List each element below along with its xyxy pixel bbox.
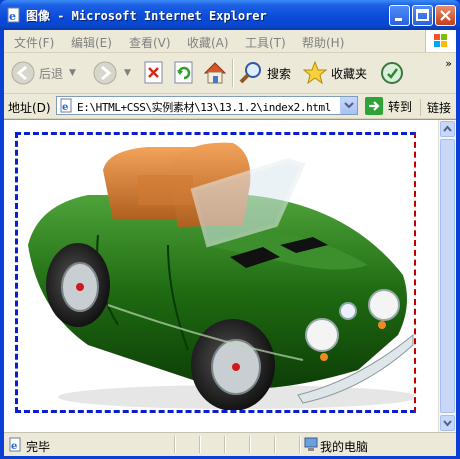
address-dropdown-button[interactable] — [340, 97, 357, 114]
bordered-image-frame — [15, 132, 416, 413]
forward-arrow-icon — [93, 61, 117, 85]
go-label: 转到 — [388, 99, 413, 114]
stop-icon — [144, 61, 163, 84]
media-icon — [381, 62, 403, 84]
favorites-label: 收藏夹 — [331, 66, 368, 81]
address-label: 地址(D) — [8, 101, 51, 115]
windows-flag-icon — [434, 34, 447, 47]
browser-window: e 图像 - Microsoft Internet Explorer 文件(F)… — [0, 0, 460, 459]
svg-text:e: e — [11, 441, 17, 452]
status-divider — [174, 436, 176, 453]
home-button[interactable] — [202, 57, 228, 89]
status-divider — [224, 436, 226, 453]
refresh-icon — [174, 61, 193, 84]
minimize-button[interactable] — [389, 5, 410, 26]
status-bar: e 完毕 我的电脑 — [4, 432, 456, 456]
search-magnifier-icon — [239, 62, 261, 84]
menu-tools[interactable]: 工具(T) — [245, 34, 286, 51]
maximize-button[interactable] — [412, 5, 433, 26]
page-done-icon: e — [9, 437, 21, 452]
title-bar[interactable]: e 图像 - Microsoft Internet Explorer — [0, 0, 460, 30]
scroll-up-button[interactable] — [440, 121, 455, 137]
menu-edit[interactable]: 编辑(E) — [71, 34, 112, 51]
minimize-icon — [395, 18, 402, 21]
windows-logo — [425, 30, 456, 52]
menu-favorites[interactable]: 收藏(A) — [187, 34, 229, 51]
page-content — [4, 119, 456, 432]
address-url: E:\HTML+CSS\实例素材\13\13.1.2\index2.html — [77, 101, 331, 114]
svg-text:e: e — [9, 10, 16, 23]
window-title: 图像 - Microsoft Internet Explorer — [26, 9, 267, 23]
back-dropdown-icon[interactable]: ▼ — [69, 68, 76, 78]
ie-page-icon: e — [7, 7, 20, 23]
scroll-thumb[interactable] — [440, 139, 455, 413]
favorites-star-icon — [302, 60, 328, 85]
page-icon: e — [60, 98, 72, 113]
home-icon — [203, 62, 227, 84]
my-computer-icon — [304, 437, 318, 451]
svg-text:e: e — [62, 102, 68, 113]
menu-bar: 文件(F) 编辑(E) 查看(V) 收藏(A) 工具(T) 帮助(H) — [4, 30, 456, 53]
close-button[interactable] — [435, 5, 456, 26]
chevron-up-icon — [443, 125, 452, 132]
media-button[interactable] — [379, 57, 405, 89]
menu-help[interactable]: 帮助(H) — [302, 34, 344, 51]
close-icon — [440, 10, 451, 21]
security-zone: 我的电脑 — [320, 440, 369, 454]
status-text: 完毕 — [26, 440, 51, 454]
search-label: 搜索 — [267, 66, 292, 81]
chevron-down-icon — [443, 420, 452, 427]
scroll-down-button[interactable] — [440, 415, 455, 431]
chevron-down-icon — [344, 102, 354, 109]
back-arrow-icon — [11, 61, 35, 85]
back-button[interactable]: 后退 ▼ — [10, 57, 76, 89]
favorites-button[interactable]: 收藏夹 — [302, 57, 367, 89]
status-divider — [299, 436, 301, 453]
status-divider — [199, 436, 201, 453]
toolbar-overflow-icon[interactable]: » — [445, 57, 452, 70]
forward-dropdown-icon[interactable]: ▼ — [124, 68, 131, 78]
status-divider — [274, 436, 276, 453]
menu-file[interactable]: 文件(F) — [14, 34, 54, 51]
status-divider — [249, 436, 251, 453]
green-convertible-car-image — [28, 142, 414, 410]
search-button[interactable]: 搜索 — [238, 57, 291, 89]
go-button[interactable]: 转到 — [365, 97, 412, 115]
menu-view[interactable]: 查看(V) — [129, 34, 171, 51]
maximize-icon — [416, 9, 429, 21]
links-button[interactable]: 链接 — [420, 99, 451, 116]
refresh-button[interactable] — [173, 57, 195, 89]
forward-button[interactable]: ▼ — [92, 57, 131, 89]
address-input[interactable]: e E:\HTML+CSS\实例素材\13\13.1.2\index2.html — [56, 96, 358, 115]
toolbar-separator — [232, 59, 234, 87]
vertical-scrollbar[interactable] — [438, 120, 456, 432]
browser-frame: 文件(F) 编辑(E) 查看(V) 收藏(A) 工具(T) 帮助(H) 后退 ▼… — [4, 30, 456, 456]
standard-toolbar: 后退 ▼ ▼ 搜索 收藏夹 » — [4, 53, 456, 94]
go-arrow-icon — [365, 97, 383, 115]
address-bar: 地址(D) e E:\HTML+CSS\实例素材\13\13.1.2\index… — [4, 94, 456, 119]
stop-button[interactable] — [143, 57, 165, 89]
back-label: 后退 — [39, 66, 64, 81]
